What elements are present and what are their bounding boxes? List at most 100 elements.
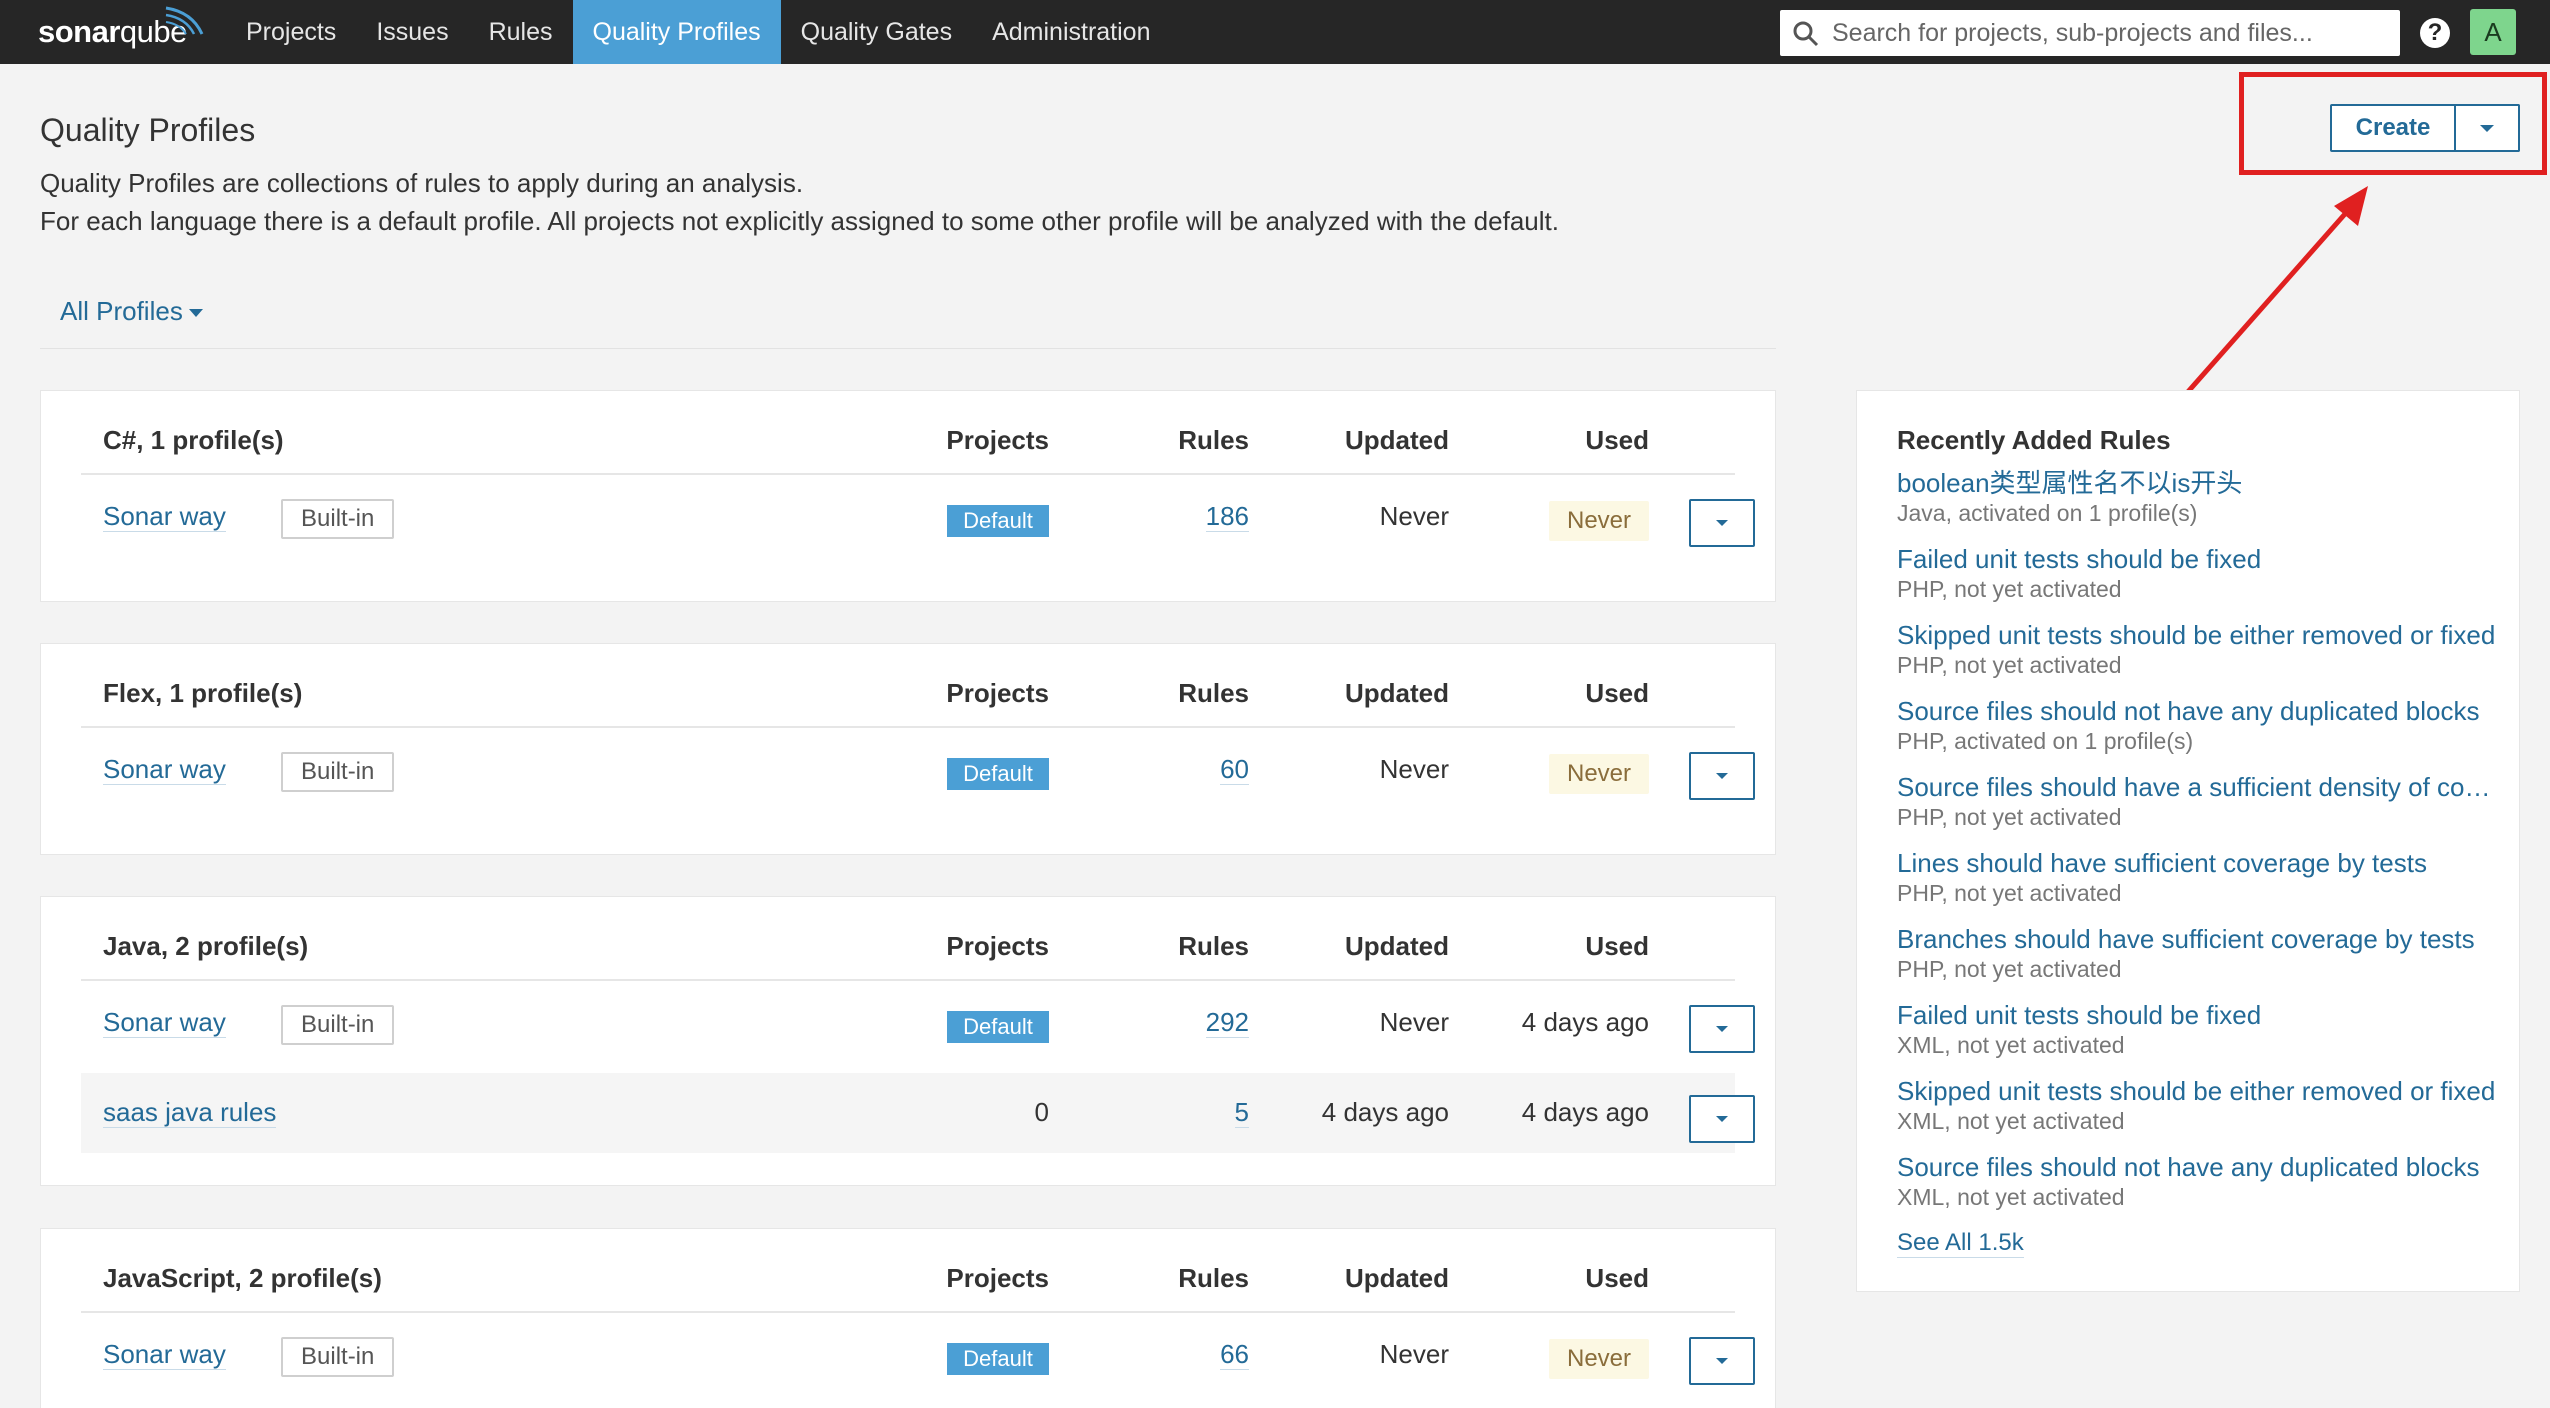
list-item: Skipped unit tests should be either remo… <box>1897 1075 2501 1135</box>
default-badge: Default <box>947 505 1049 537</box>
recent-rules-title: Recently Added Rules <box>1897 425 2171 455</box>
profile-actions-dropdown[interactable] <box>1689 1005 1755 1053</box>
projects-count: 0 <box>1034 1097 1049 1127</box>
chevron-down-icon <box>1716 773 1728 779</box>
profile-card-flex: Flex, 1 profile(s) Projects Rules Update… <box>40 643 1776 855</box>
column-header-projects: Projects <box>946 678 1049 708</box>
list-item: Lines should have sufficient coverage by… <box>1897 847 2501 907</box>
language-title: Flex, 1 profile(s) <box>103 678 303 708</box>
column-header-projects: Projects <box>946 931 1049 961</box>
profile-actions-dropdown[interactable] <box>1689 1337 1755 1385</box>
card-header: Java, 2 profile(s) Projects Rules Update… <box>81 897 1735 981</box>
list-item: Failed unit tests should be fixed XML, n… <box>1897 999 2501 1059</box>
rule-meta: PHP, not yet activated <box>1897 804 2122 830</box>
rule-link[interactable]: boolean类型属性名不以is开头 <box>1897 467 2501 499</box>
rules-count-link[interactable]: 5 <box>1234 1097 1249 1128</box>
column-header-used: Used <box>1585 678 1649 708</box>
default-badge: Default <box>947 1011 1049 1043</box>
rule-link[interactable]: Failed unit tests should be fixed <box>1897 543 2501 575</box>
column-header-projects: Projects <box>946 1263 1049 1293</box>
column-header-updated: Updated <box>1345 1263 1449 1293</box>
rule-link[interactable]: Failed unit tests should be fixed <box>1897 999 2501 1031</box>
rule-meta: PHP, not yet activated <box>1897 880 2122 906</box>
rule-meta: PHP, not yet activated <box>1897 576 2122 602</box>
profile-card-csharp: C#, 1 profile(s) Projects Rules Updated … <box>40 390 1776 602</box>
profile-row: Sonar way Built-in Default 66 Never Neve… <box>81 1315 1755 1395</box>
column-header-rules: Rules <box>1178 931 1249 961</box>
updated-cell: Never <box>1379 754 1449 784</box>
used-never-badge: Never <box>1549 754 1649 794</box>
column-header-used: Used <box>1585 425 1649 455</box>
updated-cell: Never <box>1379 1339 1449 1369</box>
column-header-used: Used <box>1585 931 1649 961</box>
column-header-projects: Projects <box>946 425 1049 455</box>
used-never-badge: Never <box>1549 501 1649 541</box>
list-item: Source files should not have any duplica… <box>1897 695 2501 755</box>
profile-actions-dropdown[interactable] <box>1689 1095 1755 1143</box>
rule-link[interactable]: Branches should have sufficient coverage… <box>1897 923 2501 955</box>
rule-link[interactable]: Source files should not have any duplica… <box>1897 695 2501 727</box>
rule-meta: Java, activated on 1 profile(s) <box>1897 500 2198 526</box>
rules-count: 60 <box>1081 754 1249 785</box>
rules-count-link[interactable]: 66 <box>1220 1339 1249 1370</box>
chevron-down-icon <box>1716 520 1728 526</box>
column-header-updated: Updated <box>1345 678 1449 708</box>
used-cell: 4 days ago <box>1521 1097 1649 1127</box>
rule-meta: PHP, not yet activated <box>1897 652 2122 678</box>
column-header-updated: Updated <box>1345 425 1449 455</box>
profile-row: Sonar way Built-in Default 186 Never Nev… <box>81 477 1755 557</box>
rule-meta: XML, not yet activated <box>1897 1184 2125 1210</box>
list-item: Source files should have a sufficient de… <box>1897 771 2501 831</box>
rule-link[interactable]: Skipped unit tests should be either remo… <box>1897 619 2501 651</box>
list-item: Branches should have sufficient coverage… <box>1897 923 2501 983</box>
used-cell: 4 days ago <box>1521 1007 1649 1037</box>
default-badge: Default <box>947 1343 1049 1375</box>
card-header: JavaScript, 2 profile(s) Projects Rules … <box>81 1229 1735 1313</box>
list-item: Skipped unit tests should be either remo… <box>1897 619 2501 679</box>
language-title: C#, 1 profile(s) <box>103 425 284 455</box>
column-header-used: Used <box>1585 1263 1649 1293</box>
card-header: Flex, 1 profile(s) Projects Rules Update… <box>81 644 1735 728</box>
profile-row: Sonar way Built-in Default 292 Never 4 d… <box>81 983 1755 1063</box>
used-never-badge: Never <box>1549 1339 1649 1379</box>
profile-card-javascript: JavaScript, 2 profile(s) Projects Rules … <box>40 1228 1776 1408</box>
language-title: JavaScript, 2 profile(s) <box>103 1263 382 1293</box>
profile-row: saas java rules 0 5 4 days ago 4 days ag… <box>81 1073 1755 1153</box>
rules-count: 5 <box>1081 1097 1249 1128</box>
builtin-badge: Built-in <box>281 1337 395 1377</box>
column-header-updated: Updated <box>1345 931 1449 961</box>
builtin-badge: Built-in <box>281 499 395 539</box>
rules-count: 292 <box>1081 1007 1249 1038</box>
profile-row: Sonar way Built-in Default 60 Never Neve… <box>81 730 1755 810</box>
chevron-down-icon <box>1716 1116 1728 1122</box>
builtin-badge: Built-in <box>281 1005 395 1045</box>
column-header-rules: Rules <box>1178 1263 1249 1293</box>
card-header: C#, 1 profile(s) Projects Rules Updated … <box>81 391 1735 475</box>
updated-cell: Never <box>1379 1007 1449 1037</box>
rule-link[interactable]: Skipped unit tests should be either remo… <box>1897 1075 2501 1107</box>
profile-name-link[interactable]: Sonar way <box>103 1007 226 1038</box>
recently-added-rules-panel: Recently Added Rules boolean类型属性名不以is开头 … <box>1856 390 2520 1292</box>
list-item: Source files should not have any duplica… <box>1897 1151 2501 1211</box>
rules-count-link[interactable]: 292 <box>1205 1007 1249 1038</box>
rule-link[interactable]: Source files should have a sufficient de… <box>1897 771 2501 803</box>
profile-actions-dropdown[interactable] <box>1689 752 1755 800</box>
profile-actions-dropdown[interactable] <box>1689 499 1755 547</box>
profile-name-link[interactable]: saas java rules <box>103 1097 277 1128</box>
list-item: Failed unit tests should be fixed PHP, n… <box>1897 543 2501 603</box>
profile-name-link[interactable]: Sonar way <box>103 501 226 532</box>
rule-link[interactable]: Lines should have sufficient coverage by… <box>1897 847 2501 879</box>
rules-count-link[interactable]: 60 <box>1220 754 1249 785</box>
rules-count-link[interactable]: 186 <box>1205 501 1249 532</box>
profile-name-link[interactable]: Sonar way <box>103 754 226 785</box>
builtin-badge: Built-in <box>281 752 395 792</box>
updated-cell: 4 days ago <box>1321 1097 1449 1127</box>
rule-link[interactable]: Source files should not have any duplica… <box>1897 1151 2501 1183</box>
column-header-rules: Rules <box>1178 678 1249 708</box>
profile-name-link[interactable]: Sonar way <box>103 1339 226 1370</box>
language-title: Java, 2 profile(s) <box>103 931 309 961</box>
see-all-rules-link[interactable]: See All 1.5k <box>1897 1229 2024 1258</box>
column-header-rules: Rules <box>1178 425 1249 455</box>
rule-meta: PHP, activated on 1 profile(s) <box>1897 728 2194 754</box>
rules-count: 66 <box>1081 1339 1249 1370</box>
